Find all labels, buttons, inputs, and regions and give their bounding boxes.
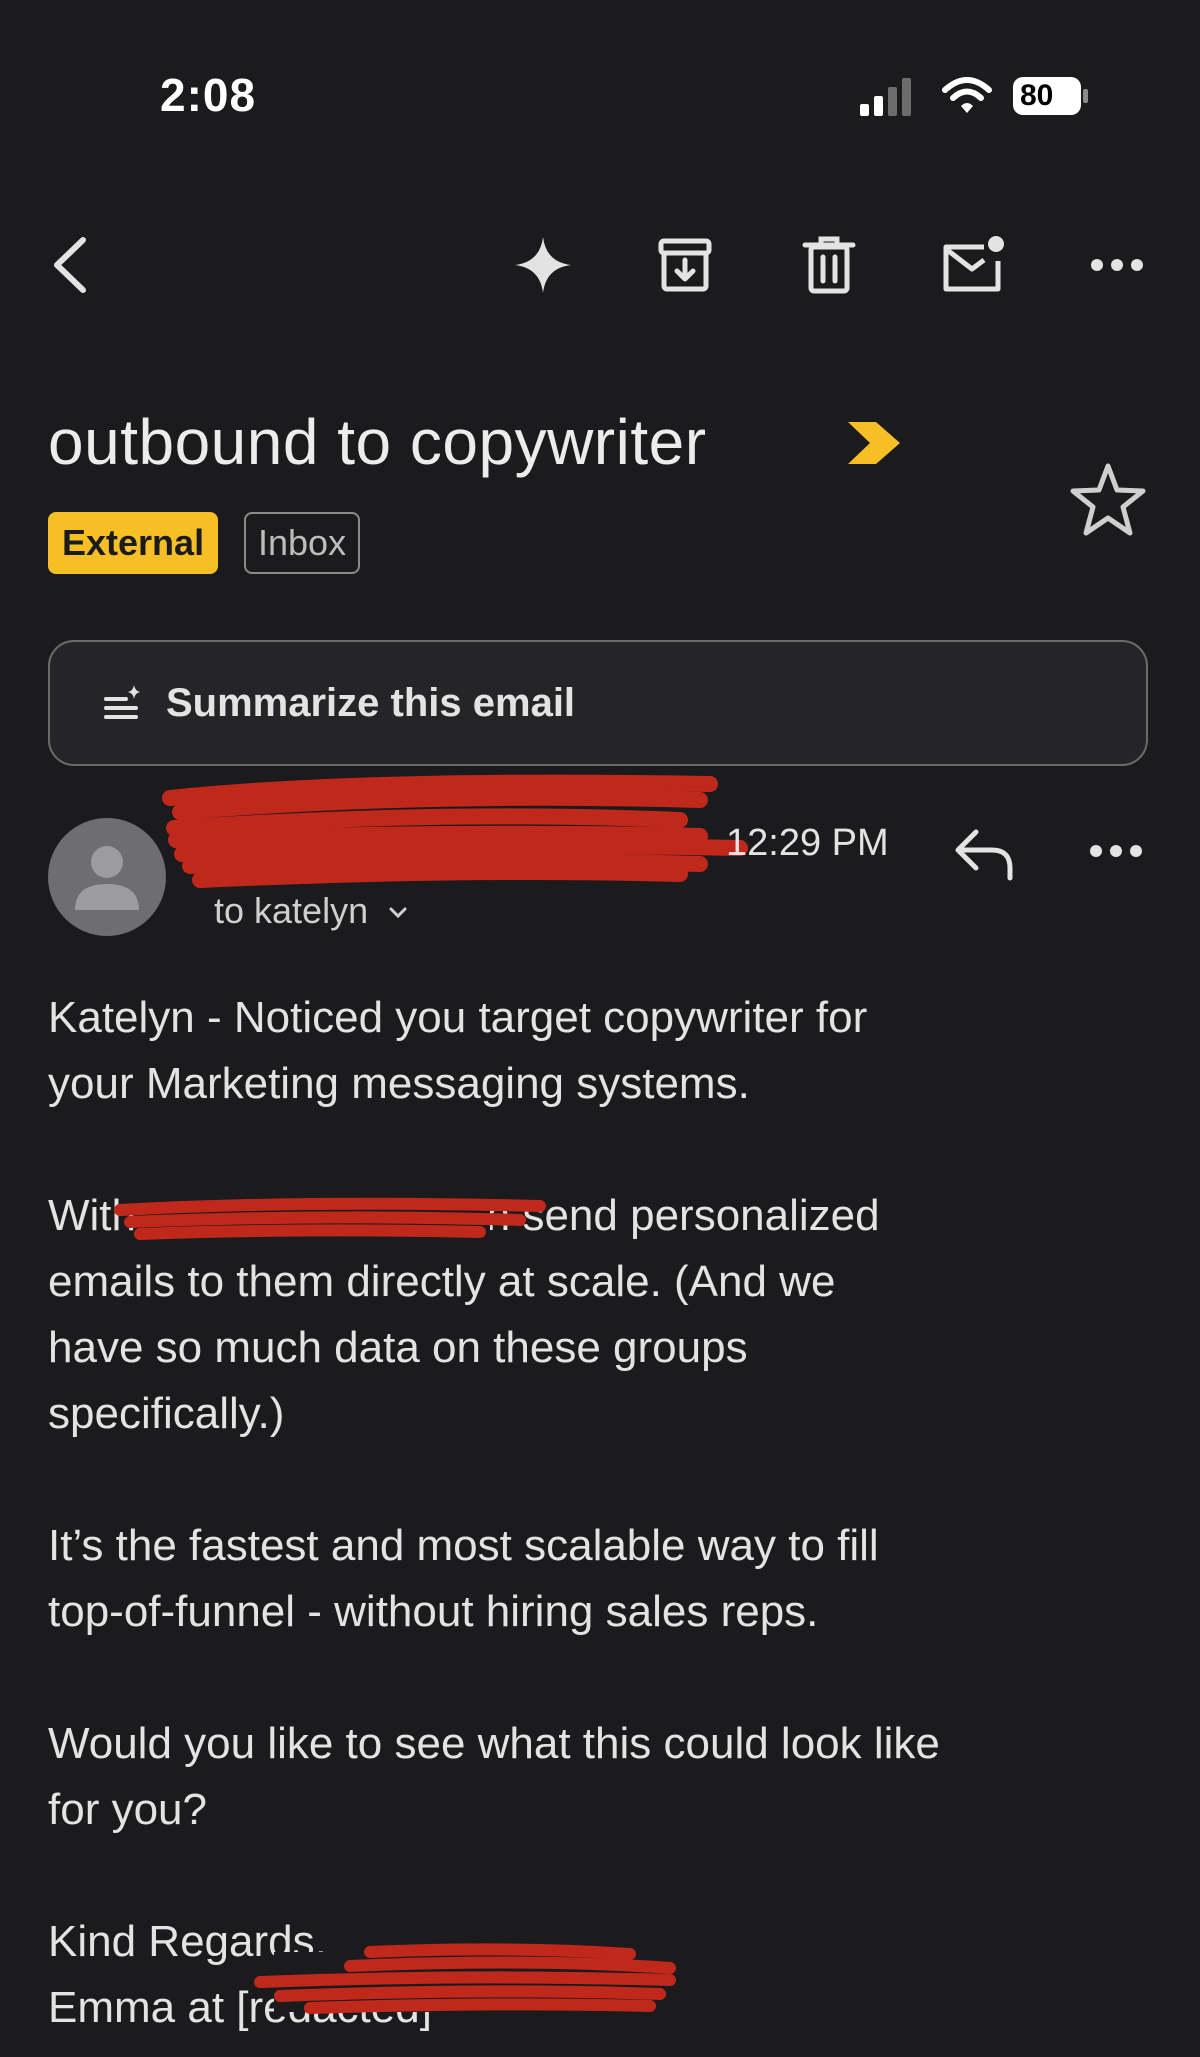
wifi-icon — [942, 77, 992, 113]
delete-button[interactable] — [796, 232, 862, 298]
reply-icon[interactable] — [952, 826, 1016, 882]
cellular-signal-icon — [860, 78, 911, 116]
summarize-label: Summarize this email — [166, 680, 576, 725]
label-inbox[interactable]: Inbox — [244, 512, 361, 574]
summarize-button[interactable]: Summarize this email — [48, 640, 1148, 766]
archive-button[interactable] — [652, 232, 718, 298]
back-button[interactable] — [36, 232, 102, 298]
gemini-button[interactable] — [510, 232, 576, 298]
trash-icon — [802, 236, 856, 294]
closing: Kind Regards, — [48, 1917, 327, 1966]
archive-icon — [658, 238, 712, 292]
body-paragraph: Katelyn - Noticed you target copywriter … — [48, 993, 868, 1108]
star-icon[interactable] — [1068, 460, 1148, 540]
body-paragraph: With [redacted] you can send personalize… — [48, 1191, 880, 1438]
email-subject: outbound to copywriter — [48, 406, 707, 478]
message-more-icon[interactable] — [1088, 836, 1144, 866]
more-icon — [1091, 259, 1143, 271]
avatar[interactable] — [48, 818, 166, 936]
body-paragraph: It’s the fastest and most scalable way t… — [48, 1521, 879, 1636]
signature: Emma at [redacted] — [48, 1983, 432, 2032]
label-external: External — [48, 512, 219, 574]
importance-marker-icon — [848, 422, 900, 464]
status-time: 2:08 — [160, 69, 257, 121]
battery-indicator: 80 — [1012, 76, 1090, 116]
sent-time: 12:29 PM — [726, 822, 889, 864]
redacted-sender-name — [162, 774, 748, 888]
email-body: Katelyn - Noticed you target copywriter … — [48, 985, 1158, 2041]
mark-unread-icon — [943, 236, 1004, 292]
person-icon — [75, 846, 139, 910]
summarize-icon — [104, 685, 140, 719]
chevron-down-icon — [389, 907, 407, 919]
recipient-label: to katelyn — [214, 890, 369, 931]
battery-level: 80 — [1020, 79, 1054, 112]
sparkle-icon — [515, 237, 571, 293]
recipient-toggle[interactable]: to katelyn — [214, 890, 408, 932]
mark-unread-button[interactable] — [940, 232, 1006, 298]
body-paragraph: Would you like to see what this could lo… — [48, 1719, 940, 1834]
back-icon — [54, 237, 86, 293]
more-options-button[interactable] — [1084, 232, 1150, 298]
